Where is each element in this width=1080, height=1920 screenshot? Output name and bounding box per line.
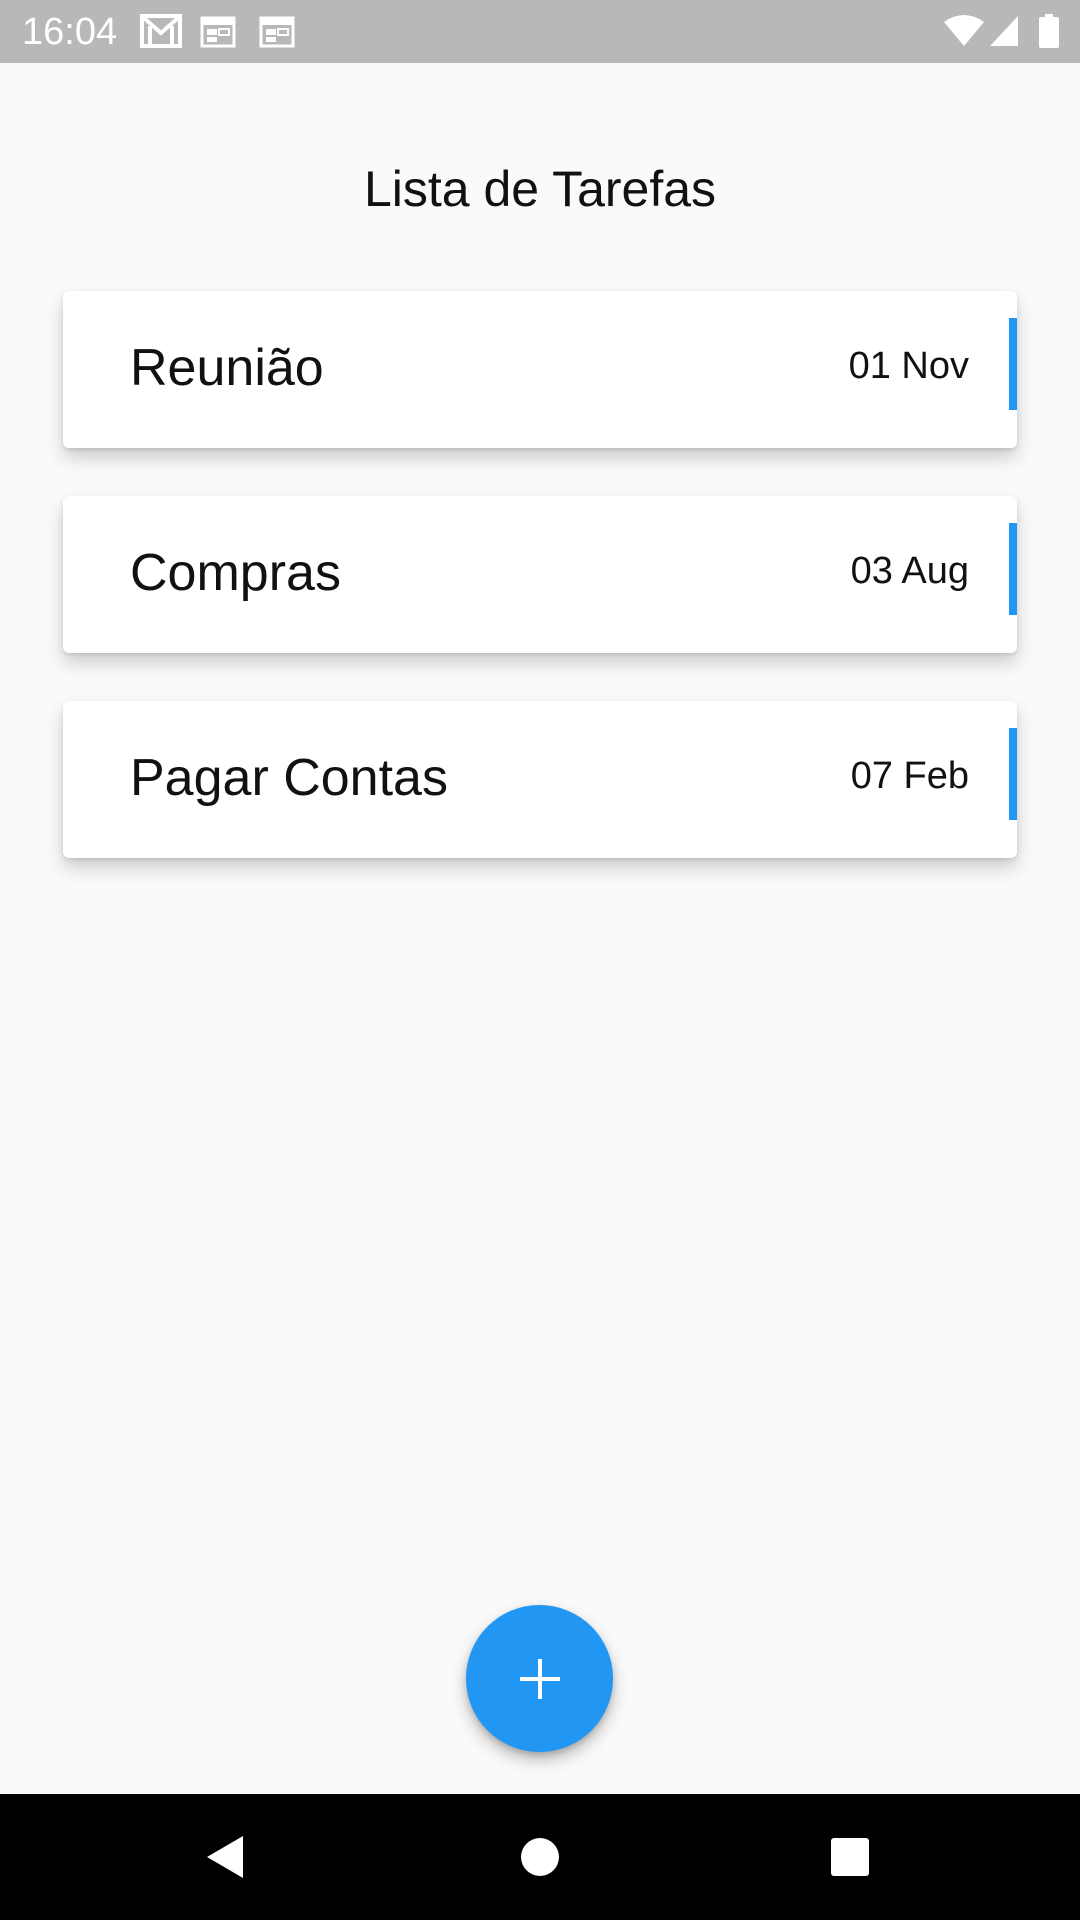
- task-date: 07 Feb: [850, 755, 969, 797]
- page-title: Lista de Tarefas: [363, 161, 717, 217]
- task-name: Pagar Contas: [130, 749, 448, 807]
- task-date: 03 Aug: [850, 550, 969, 592]
- signal-icon: [988, 14, 1020, 48]
- calendar-icon: [200, 14, 236, 48]
- status-bar: 16:04: [0, 0, 1080, 63]
- recents-button[interactable]: [770, 1794, 930, 1920]
- task-card[interactable]: Pagar Contas 07 Feb: [63, 701, 1017, 858]
- task-accent-bar: [1009, 318, 1017, 410]
- calendar-icon: [259, 14, 295, 48]
- task-name: Reunião: [130, 339, 324, 397]
- home-button[interactable]: [460, 1794, 620, 1920]
- add-task-button[interactable]: [466, 1605, 613, 1752]
- navigation-bar: [0, 1794, 1080, 1920]
- task-accent-bar: [1009, 523, 1017, 615]
- wifi-icon: [944, 14, 984, 48]
- task-name: Compras: [130, 544, 341, 602]
- task-accent-bar: [1009, 728, 1017, 820]
- gmail-icon: [140, 14, 182, 48]
- status-time: 16:04: [22, 11, 118, 53]
- task-card[interactable]: Compras 03 Aug: [63, 496, 1017, 653]
- screen: 16:04 Lista de Tarefas Reunião 01 Nov Co…: [0, 0, 1080, 1920]
- task-date: 01 Nov: [848, 345, 969, 387]
- task-card[interactable]: Reunião 01 Nov: [63, 291, 1017, 448]
- battery-icon: [1038, 14, 1060, 48]
- back-button[interactable]: [145, 1794, 305, 1920]
